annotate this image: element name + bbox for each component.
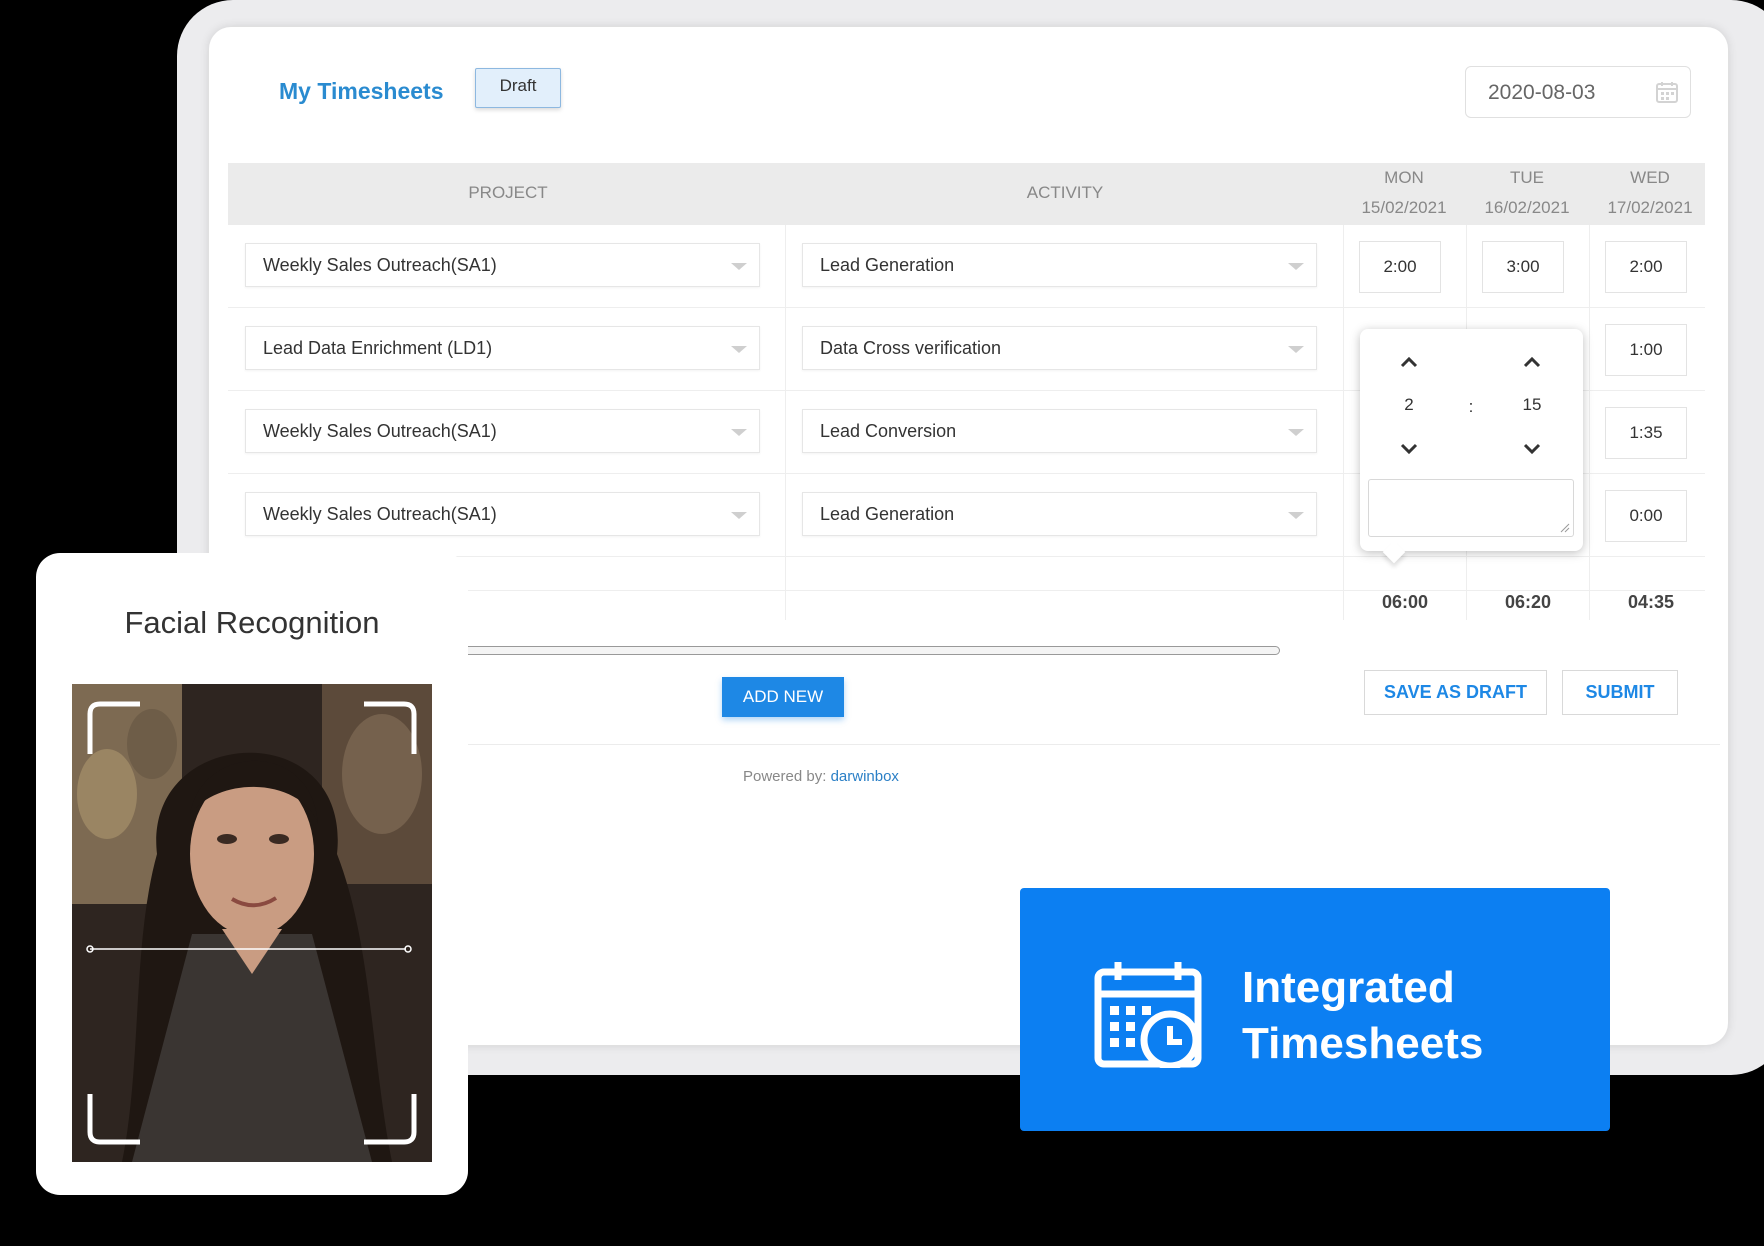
calendar-clock-icon: [1094, 962, 1202, 1068]
project-select[interactable]: Weekly Sales Outreach(SA1): [245, 492, 760, 536]
status-badge: Draft: [475, 68, 561, 108]
column-divider: [785, 225, 786, 620]
activity-select[interactable]: Lead Conversion: [802, 409, 1317, 453]
hour-value: 2: [1404, 395, 1414, 414]
chevron-up-icon[interactable]: [1520, 352, 1544, 372]
face-scan-frame-icon: [86, 701, 417, 1145]
footer-divider: [440, 744, 1720, 745]
chevron-up-icon[interactable]: [1397, 352, 1421, 372]
dropdown-arrow-icon: [731, 429, 747, 436]
total-mon: 06:00: [1381, 592, 1429, 612]
chevron-down-icon[interactable]: [1397, 439, 1421, 459]
hours-input-wed[interactable]: 0:00: [1605, 490, 1687, 542]
face-photo: [72, 684, 432, 1162]
dropdown-arrow-icon: [1288, 512, 1304, 519]
time-note-textarea[interactable]: [1368, 479, 1574, 537]
dropdown-arrow-icon: [1288, 263, 1304, 270]
integrated-timesheets-banner: Integrated Timesheets: [1020, 888, 1610, 1131]
hours-input-wed[interactable]: 1:00: [1605, 324, 1687, 376]
column-header-mon: MON 15/02/2021: [1361, 168, 1447, 217]
minute-value: 15: [1522, 395, 1542, 414]
activity-select[interactable]: Data Cross verification: [802, 326, 1317, 370]
column-header-tue: TUE 16/02/2021: [1484, 168, 1570, 217]
time-picker-popup: 2 : 15: [1360, 329, 1583, 551]
facial-recognition-title: Facial Recognition: [124, 605, 380, 640]
time-separator: :: [1468, 397, 1474, 416]
resize-handle-icon[interactable]: [1560, 523, 1570, 533]
chevron-down-icon[interactable]: [1520, 439, 1544, 459]
page-title: My Timesheets: [279, 78, 444, 104]
total-tue: 06:20: [1504, 592, 1552, 612]
column-header-wed: WED 17/02/2021: [1607, 168, 1693, 217]
date-picker-input[interactable]: 2020-08-03: [1465, 66, 1691, 118]
add-new-button[interactable]: ADD NEW: [722, 677, 844, 717]
hours-input-tue[interactable]: 3:00: [1482, 241, 1564, 293]
activity-select[interactable]: Lead Generation: [802, 243, 1317, 287]
dropdown-arrow-icon: [731, 263, 747, 270]
column-header-project: PROJECT: [468, 183, 548, 202]
powered-by: Powered by: darwinbox: [743, 768, 899, 785]
dropdown-arrow-icon: [731, 512, 747, 519]
horizontal-scrollbar[interactable]: [420, 646, 1280, 655]
hours-input-wed[interactable]: 2:00: [1605, 241, 1687, 293]
row-divider: [228, 307, 1705, 308]
dropdown-arrow-icon: [731, 346, 747, 353]
project-select[interactable]: Weekly Sales Outreach(SA1): [245, 243, 760, 287]
save-as-draft-button[interactable]: SAVE AS DRAFT: [1364, 670, 1547, 715]
project-select[interactable]: Lead Data Enrichment (LD1): [245, 326, 760, 370]
column-divider: [1343, 225, 1344, 620]
dropdown-arrow-icon: [1288, 429, 1304, 436]
hours-input-wed[interactable]: 1:35: [1605, 407, 1687, 459]
date-value: 2020-08-03: [1488, 81, 1596, 104]
hours-input-mon[interactable]: 2:00: [1359, 241, 1441, 293]
project-select[interactable]: Weekly Sales Outreach(SA1): [245, 409, 760, 453]
dropdown-arrow-icon: [1288, 346, 1304, 353]
activity-select[interactable]: Lead Generation: [802, 492, 1317, 536]
facial-recognition-card: Facial Recognition: [36, 553, 468, 1195]
submit-button[interactable]: SUBMIT: [1562, 670, 1678, 715]
column-header-activity: ACTIVITY: [1026, 183, 1104, 202]
column-divider: [1589, 225, 1590, 620]
total-wed: 04:35: [1627, 592, 1675, 612]
calendar-icon[interactable]: [1656, 81, 1678, 103]
banner-title: Integrated Timesheets: [1242, 963, 1484, 1068]
brand-link[interactable]: darwinbox: [831, 768, 899, 785]
